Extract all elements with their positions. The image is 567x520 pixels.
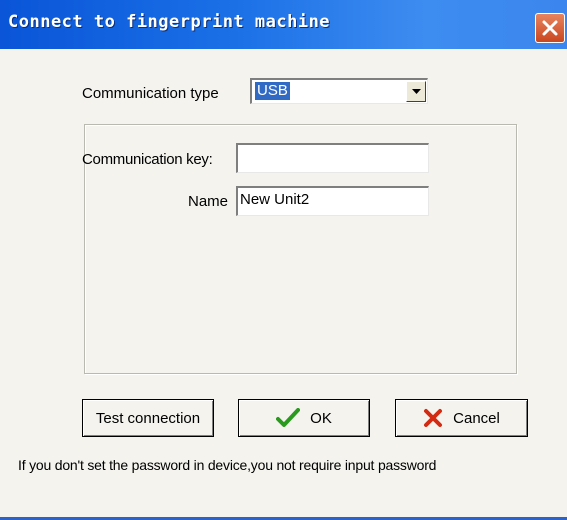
password-hint: If you don't set the password in device,…: [18, 457, 437, 473]
cancel-label: Cancel: [453, 409, 500, 427]
close-button[interactable]: [535, 13, 565, 43]
test-connection-label: Test connection: [95, 409, 201, 427]
name-label: Name: [188, 193, 229, 210]
close-icon: [542, 20, 558, 36]
dropdown-button[interactable]: [406, 81, 426, 102]
cancel-button[interactable]: Cancel: [395, 399, 528, 437]
name-input[interactable]: New Unit2: [236, 186, 429, 216]
communication-key-input[interactable]: [236, 143, 429, 173]
communication-key-label: Communication key:: [82, 151, 213, 168]
communication-type-value: USB: [255, 82, 290, 100]
dialog-window: Connect to fingerprint machine Communica…: [0, 0, 567, 520]
window-title: Connect to fingerprint machine: [8, 12, 331, 32]
ok-button[interactable]: OK: [238, 399, 370, 437]
communication-type-select[interactable]: USB: [250, 78, 428, 104]
chevron-down-icon: [412, 89, 421, 94]
x-icon: [424, 409, 443, 427]
ok-label: OK: [310, 409, 332, 427]
test-connection-button[interactable]: Test connection: [82, 399, 214, 437]
communication-type-label: Communication type: [82, 85, 219, 102]
checkmark-icon: [276, 408, 301, 427]
title-bar[interactable]: Connect to fingerprint machine: [0, 0, 567, 49]
